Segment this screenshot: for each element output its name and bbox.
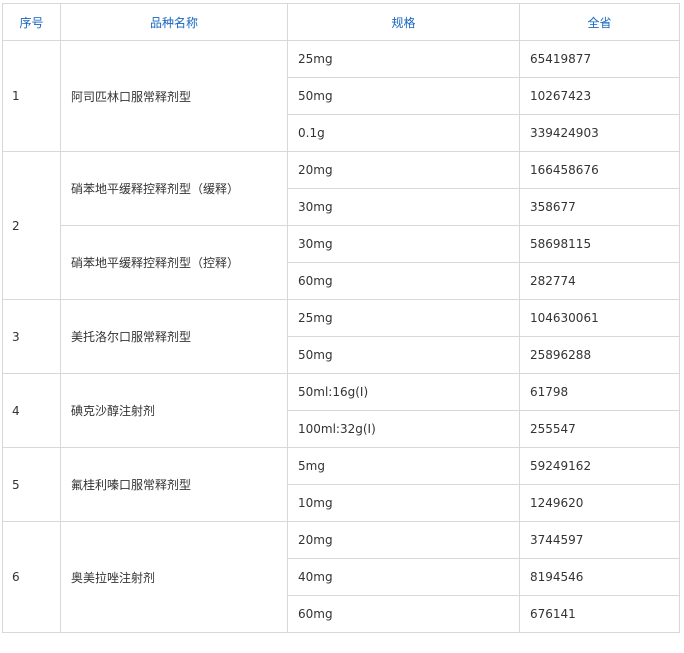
table-row: 2 硝苯地平缓释控释剂型（缓释） 20mg 166458676	[2, 151, 680, 300]
header-amount: 全省	[519, 3, 680, 41]
cell-drug-name: 硝苯地平缓释控释剂型（缓释）	[60, 151, 288, 226]
cell-no: 5	[2, 447, 61, 522]
table-row: 6 奥美拉唑注射剂 20mg 3744597	[2, 521, 680, 633]
cell-spec: 60mg	[287, 595, 520, 633]
cell-spec: 0.1g	[287, 114, 520, 152]
table-row: 4 碘克沙醇注射剂 50ml:16g(I) 61798	[2, 373, 680, 448]
cell-amount: 166458676	[519, 151, 680, 189]
cell-spec: 40mg	[287, 558, 520, 596]
cell-amount: 59249162	[519, 447, 680, 485]
cell-amount: 339424903	[519, 114, 680, 152]
cell-drug-name: 硝苯地平缓释控释剂型（控释）	[60, 225, 288, 300]
cell-amount: 8194546	[519, 558, 680, 596]
table-row: 5 氟桂利嗪口服常释剂型 5mg 59249162	[2, 447, 680, 522]
cell-spec: 50ml:16g(I)	[287, 373, 520, 411]
cell-no: 2	[2, 151, 61, 300]
cell-spec: 25mg	[287, 40, 520, 78]
cell-drug-name: 阿司匹林口服常释剂型	[60, 40, 288, 152]
drug-table: 序号 品种名称 规格 全省 1 阿司匹林口服常释剂型 25mg 65419877 50m…	[2, 3, 680, 633]
table-row: 硝苯地平缓释控释剂型（控释） 30mg 58698115	[3, 225, 680, 300]
cell-spec: 20mg	[287, 151, 520, 189]
cell-spec: 30mg	[287, 188, 520, 226]
cell-amount: 65419877	[519, 40, 680, 78]
cell-amount: 58698115	[519, 225, 680, 263]
cell-amount: 104630061	[519, 299, 680, 337]
cell-spec: 100ml:32g(I)	[287, 410, 520, 448]
table-header: 序号 品种名称 规格 全省	[2, 3, 680, 41]
cell-spec: 50mg	[287, 77, 520, 115]
cell-drug-name: 奥美拉唑注射剂	[60, 521, 288, 633]
cell-spec: 20mg	[287, 521, 520, 559]
cell-drug-name: 氟桂利嗪口服常释剂型	[60, 447, 288, 522]
cell-amount: 255547	[519, 410, 680, 448]
header-name: 品种名称	[60, 3, 288, 41]
cell-spec: 50mg	[287, 336, 520, 374]
header-no: 序号	[2, 3, 61, 41]
cell-amount: 358677	[519, 188, 680, 226]
cell-amount: 10267423	[519, 77, 680, 115]
cell-spec: 60mg	[287, 262, 520, 300]
table-row: 3 美托洛尔口服常释剂型 25mg 104630061	[2, 299, 680, 374]
cell-spec: 25mg	[287, 299, 520, 337]
cell-amount: 1249620	[519, 484, 680, 522]
cell-no: 4	[2, 373, 61, 448]
cell-spec: 5mg	[287, 447, 520, 485]
cell-no: 6	[2, 521, 61, 633]
cell-drug-name: 美托洛尔口服常释剂型	[60, 299, 288, 374]
cell-drug-name: 碘克沙醇注射剂	[60, 373, 288, 448]
table-body: 1 阿司匹林口服常释剂型 25mg 65419877 50mg 10267423 0.1g 3…	[2, 40, 680, 633]
cell-spec: 10mg	[287, 484, 520, 522]
cell-amount: 3744597	[519, 521, 680, 559]
header-row: 序号 品种名称 规格 全省	[2, 3, 680, 41]
table-row: 1 阿司匹林口服常释剂型 25mg 65419877	[2, 40, 680, 152]
cell-amount: 61798	[519, 373, 680, 411]
header-spec: 规格	[287, 3, 520, 41]
cell-amount: 676141	[519, 595, 680, 633]
cell-spec: 30mg	[287, 225, 520, 263]
cell-amount: 25896288	[519, 336, 680, 374]
cell-amount: 282774	[519, 262, 680, 300]
cell-no: 1	[2, 40, 61, 152]
cell-no: 3	[2, 299, 61, 374]
